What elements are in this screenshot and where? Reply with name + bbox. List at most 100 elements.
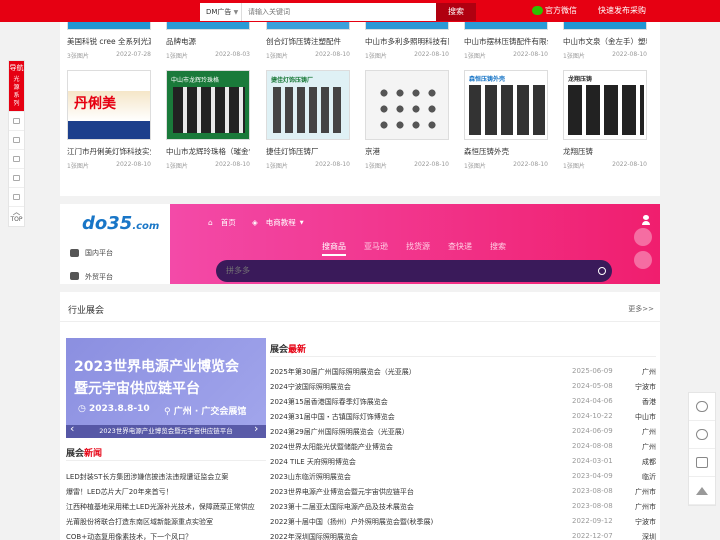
- product-name[interactable]: 创合灯饰压铸注塑配件: [266, 36, 350, 46]
- poster-title-2: 暨元宇宙供应链平台: [74, 381, 200, 397]
- product-card[interactable]: 丹俐美 江门市丹俐美灯饰科技实业 1张图片 2022-08-10: [67, 70, 151, 170]
- search-type-select[interactable]: DM广告 ▼: [200, 3, 242, 21]
- expo-row[interactable]: 2023第十二届亚太国际电源产品及技术展览会 2023-08-08 广州市: [270, 502, 656, 512]
- left-nav-item[interactable]: [9, 130, 24, 149]
- scroll-top-button[interactable]: [689, 477, 715, 505]
- expo-name[interactable]: 2023世界电源产业博览会暨元宇宙供应链平台: [270, 487, 572, 497]
- product-name[interactable]: 中山市摆林压铸配件有限公: [464, 36, 548, 46]
- product-name[interactable]: 捷佳灯饰压铸厂: [266, 146, 350, 156]
- theme-button[interactable]: [634, 251, 652, 269]
- expo-poster[interactable]: 2023世界电源产业博览会 暨元宇宙供应链平台 ◷ 2023.8.8-10 ⚲ …: [66, 338, 266, 438]
- product-card[interactable]: 中山市龙辉玲珠格 中山市龙辉玲珠格（璀金包 1张图片 2022-08-10: [166, 70, 250, 170]
- product-card[interactable]: 龙翔压铸 龙翔压铸 1张图片 2022-08-10: [563, 70, 647, 170]
- expo-row[interactable]: 2024第29届广州国际照明展览会（光亚展） 2024-06-09 广州: [270, 427, 656, 437]
- wechat-button[interactable]: [689, 421, 715, 449]
- search-icon[interactable]: [598, 267, 606, 275]
- product-name[interactable]: 中山市多利多照明科技有限: [365, 36, 449, 46]
- next-arrow-icon[interactable]: ›: [254, 422, 258, 435]
- search-box: DM广告 ▼ 搜索: [200, 3, 476, 21]
- product-card[interactable]: 捷佳灯饰压铸厂 捷佳灯饰压铸厂 1张图片 2022-08-10: [266, 70, 350, 170]
- wechat-link[interactable]: 官方微信: [532, 5, 577, 16]
- product-card[interactable]: 京港 1张图片 2022-08-10: [365, 70, 449, 170]
- news-item[interactable]: LED封装ST长方集团涉嫌信披违法违规遭证监会立案: [66, 472, 228, 482]
- expo-row[interactable]: 2024世界太阳能光伏暨储能产业博览会 2024-08-08 广州: [270, 442, 656, 452]
- expo-row[interactable]: 2024 TILE 天府照明博览会 2024-03-01 成都: [270, 457, 656, 467]
- expo-name[interactable]: 2024宁波国际照明展览会: [270, 382, 572, 392]
- product-date: 2022-07-28: [116, 51, 151, 58]
- tab-search-goods[interactable]: 搜商品: [322, 241, 346, 256]
- product-name[interactable]: 森恒压铸外壳: [464, 146, 548, 156]
- search-input[interactable]: [242, 3, 436, 21]
- site-logo[interactable]: do35.com: [82, 213, 159, 234]
- user-icon[interactable]: [642, 215, 650, 225]
- expo-name[interactable]: 2024第29届广州国际照明展览会（光亚展）: [270, 427, 572, 437]
- news-item[interactable]: 爆雷！LED芯片大厂20年来首亏！: [66, 487, 173, 497]
- product-thumbnail[interactable]: [365, 70, 449, 140]
- expo-name[interactable]: 2024第15届香港国际春季灯饰展览会: [270, 397, 572, 407]
- product-name[interactable]: 中山市龙辉玲珠格（璀金包: [166, 146, 250, 156]
- product-card[interactable]: 森恒压铸外壳 森恒压铸外壳 1张图片 2022-08-10: [464, 70, 548, 170]
- expo-row[interactable]: 2022年深圳国际照明展览会 2022-12-07 深圳: [270, 532, 656, 540]
- expo-row[interactable]: 2024第31届中国・古镇国际灯饰博览会 2024-10-22 中山市: [270, 412, 656, 422]
- news-item[interactable]: 江西种植基地采用稀土LED光源补光技术，保障蔬菜正常供应: [66, 502, 255, 512]
- product-name[interactable]: 龙翔压铸: [563, 146, 647, 156]
- banner-tutorial-link[interactable]: ◈ 电商教程 ▼: [252, 217, 304, 228]
- expo-row[interactable]: 2023世界电源产业博览会暨元宇宙供应链平台 2023-08-08 广州市: [270, 487, 656, 497]
- category-foreign[interactable]: 外贸平台: [70, 270, 113, 282]
- expo-name[interactable]: 2023第十二届亚太国际电源产品及技术展览会: [270, 502, 572, 512]
- expo-name[interactable]: 2024 TILE 天府照明博览会: [270, 457, 572, 467]
- expo-row[interactable]: 2024宁波国际照明展览会 2024-05-08 宁波市: [270, 382, 656, 392]
- news-item[interactable]: COB+动态复用像素技术，下一个风口？: [66, 532, 192, 540]
- left-nav-item[interactable]: [9, 168, 24, 187]
- expo-name[interactable]: 2022第十届中国（扬州）户外照明展览会暨(秋季展): [270, 517, 572, 527]
- product-thumbnail[interactable]: 森恒压铸外壳: [464, 70, 548, 140]
- top-label: TOP: [10, 216, 23, 223]
- tab-express[interactable]: 查快递: [448, 241, 472, 256]
- product-thumbnail[interactable]: 捷佳灯饰压铸厂: [266, 70, 350, 140]
- product-name[interactable]: 江门市丹俐美灯饰科技实业: [67, 146, 151, 156]
- left-nav-item[interactable]: [9, 111, 24, 130]
- divider: [66, 460, 266, 461]
- expo-name[interactable]: 2023山东临沂照明展览会: [270, 472, 572, 482]
- product-name[interactable]: 京港: [365, 146, 449, 156]
- search-button[interactable]: 搜索: [436, 3, 476, 21]
- product-name[interactable]: 中山市文泉（金左手）塑料: [563, 36, 647, 46]
- expo-name[interactable]: 2024第31届中国・古镇国际灯饰博览会: [270, 412, 572, 422]
- news-item[interactable]: 光莆股份将联合打造东南区域新能源重点实验室: [66, 517, 213, 527]
- tab-amazon[interactable]: 亚马逊: [364, 241, 388, 256]
- publish-purchase-link[interactable]: 快速发布采购: [598, 5, 646, 16]
- tab-search[interactable]: 搜索: [490, 241, 506, 256]
- banner-home-link[interactable]: ⌂ 首页: [208, 217, 236, 228]
- left-nav-header[interactable]: 导航 光源系列: [9, 61, 24, 111]
- right-float-bar: [688, 392, 716, 506]
- banner-search-input[interactable]: [216, 260, 612, 282]
- product-thumbnail[interactable]: 中山市龙辉玲珠格: [166, 70, 250, 140]
- expo-row[interactable]: 2024第15届香港国际春季灯饰展览会 2024-04-06 香港: [270, 397, 656, 407]
- prev-arrow-icon[interactable]: ‹: [70, 422, 74, 435]
- product-thumbnail[interactable]: 龙翔压铸: [563, 70, 647, 140]
- wechat-label: 官方微信: [545, 6, 577, 15]
- expo-name[interactable]: 2024世界太阳能光伏暨储能产业博览会: [270, 442, 572, 452]
- product-name[interactable]: 美国科锐 cree 全系列光源: [67, 36, 151, 46]
- logo-main: do35: [82, 213, 133, 234]
- feedback-button[interactable]: [689, 449, 715, 477]
- expo-city: 成都: [642, 458, 656, 466]
- left-nav-item[interactable]: [9, 187, 24, 206]
- expo-name[interactable]: 2025年第30届广州国际照明展览会（光亚展）: [270, 367, 572, 377]
- expo-row[interactable]: 2025年第30届广州国际照明展览会（光亚展） 2025-06-09 广州: [270, 367, 656, 377]
- expo-row[interactable]: 2022第十届中国（扬州）户外照明展览会暨(秋季展) 2022-09-12 宁波市: [270, 517, 656, 527]
- expo-row[interactable]: 2023山东临沂照明展览会 2023-04-09 临沂: [270, 472, 656, 482]
- category-domestic[interactable]: 国内平台: [70, 248, 113, 258]
- customer-service-button[interactable]: [689, 393, 715, 421]
- back-to-top-button[interactable]: ︿ TOP: [9, 206, 24, 226]
- tab-find-source[interactable]: 找货源: [406, 241, 430, 256]
- product-thumbnail[interactable]: 丹俐美: [67, 70, 151, 140]
- expo-date: 2024-05-08: [572, 382, 613, 390]
- expo-city: 广州市: [635, 488, 656, 496]
- expo-name[interactable]: 2022年深圳国际照明展览会: [270, 532, 572, 540]
- banner-search-tabs: 搜商品 亚马逊 找货源 查快递 搜索: [322, 241, 506, 256]
- message-button[interactable]: [634, 228, 652, 246]
- left-nav-item[interactable]: [9, 149, 24, 168]
- product-name[interactable]: 品牌电源: [166, 36, 250, 46]
- more-link[interactable]: 更多>>: [628, 304, 654, 314]
